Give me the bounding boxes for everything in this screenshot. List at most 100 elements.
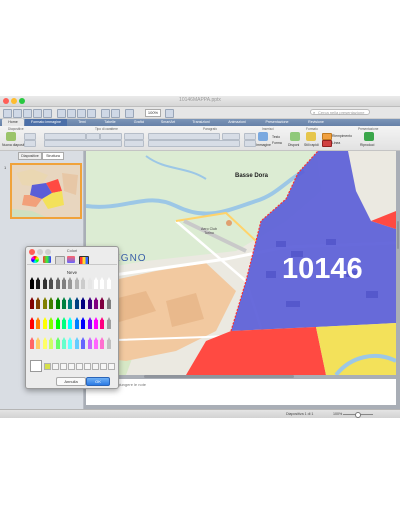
crayon-swatch[interactable]: [94, 317, 98, 329]
font-size-select[interactable]: [86, 133, 100, 140]
fill-color-button[interactable]: [322, 133, 332, 140]
custom-well[interactable]: [76, 363, 83, 370]
crayon-swatch[interactable]: [87, 277, 92, 289]
custom-well[interactable]: [68, 363, 75, 370]
crayon-swatch[interactable]: [68, 317, 73, 329]
crayon-swatch[interactable]: [74, 337, 79, 349]
arrange-icon[interactable]: [290, 132, 300, 141]
crayon-swatch[interactable]: [49, 337, 54, 349]
zoom-select[interactable]: 100%: [145, 109, 161, 117]
map-image[interactable]: Basse Dora LLEGNO Aero Club Torino 10146: [86, 151, 396, 375]
custom-well[interactable]: [84, 363, 91, 370]
crayon-swatch[interactable]: [87, 297, 92, 309]
paste-icon[interactable]: [77, 109, 86, 118]
crayon-swatch[interactable]: [74, 297, 79, 309]
crayon-swatch[interactable]: [42, 297, 47, 309]
new-slide-icon[interactable]: [6, 132, 16, 141]
undo-icon[interactable]: [101, 109, 110, 118]
crayon-swatch[interactable]: [30, 277, 34, 289]
image-palettes-icon[interactable]: [67, 256, 75, 263]
crayon-swatch[interactable]: [68, 277, 73, 289]
quick-styles-icon[interactable]: [306, 132, 316, 141]
format-painter-icon[interactable]: [87, 109, 96, 118]
tab-tabelle[interactable]: Tabelle: [96, 119, 124, 126]
indent-buttons[interactable]: [222, 133, 240, 140]
crayon-swatch[interactable]: [49, 277, 54, 289]
tab-diapositive[interactable]: Diapositive: [18, 152, 42, 160]
crayon-swatch[interactable]: [74, 277, 79, 289]
crayon-swatch[interactable]: [94, 297, 98, 309]
save-icon[interactable]: [33, 109, 42, 118]
crayon-swatch[interactable]: [87, 337, 92, 349]
crayon-swatch[interactable]: [36, 317, 41, 329]
custom-well[interactable]: [100, 363, 107, 370]
custom-well[interactable]: [108, 363, 115, 370]
tab-temi[interactable]: Temi: [70, 119, 94, 126]
search-field[interactable]: ⌕ Cerca nella presentazione: [310, 109, 370, 115]
crayon-swatch[interactable]: [106, 337, 111, 349]
text-box-button[interactable]: [244, 133, 256, 140]
crayon-swatch[interactable]: [36, 297, 41, 309]
redo-icon[interactable]: [111, 109, 120, 118]
crayon-swatch[interactable]: [55, 317, 60, 329]
custom-well[interactable]: [92, 363, 99, 370]
cancel-button[interactable]: Annulla: [56, 377, 86, 386]
templates-icon[interactable]: [13, 109, 22, 118]
copy-icon[interactable]: [67, 109, 76, 118]
layout-button[interactable]: [24, 133, 36, 140]
crayon-swatch[interactable]: [62, 337, 66, 349]
crayon-swatch[interactable]: [68, 337, 73, 349]
play-icon[interactable]: [364, 132, 374, 141]
crayon-swatch[interactable]: [106, 297, 111, 309]
tab-presentazione[interactable]: Presentazione: [256, 119, 298, 126]
custom-well[interactable]: [52, 363, 59, 370]
crayon-swatch[interactable]: [106, 317, 111, 329]
eyedropper-icon[interactable]: [44, 363, 51, 370]
font-name-select[interactable]: [44, 133, 86, 140]
crayon-swatch[interactable]: [68, 297, 73, 309]
text-color-button[interactable]: [124, 140, 144, 147]
zoom-slider-knob[interactable]: [355, 412, 361, 418]
tab-transizioni[interactable]: Transizioni: [184, 119, 218, 126]
tab-smartart[interactable]: SmartArt: [154, 119, 182, 126]
section-button[interactable]: [24, 140, 36, 147]
tab-struttura[interactable]: Struttura: [42, 152, 64, 160]
crayon-swatch[interactable]: [100, 337, 105, 349]
slide-thumbnail[interactable]: [10, 163, 82, 219]
crayon-swatch[interactable]: [62, 317, 66, 329]
crayon-swatch[interactable]: [55, 277, 60, 289]
tab-revisione[interactable]: Revisione: [300, 119, 332, 126]
crayon-swatch[interactable]: [42, 317, 47, 329]
picture-icon[interactable]: [258, 132, 268, 141]
crayon-swatch[interactable]: [30, 317, 34, 329]
crayon-swatch[interactable]: [30, 337, 34, 349]
crayon-swatch[interactable]: [100, 297, 105, 309]
slideshow-icon[interactable]: [125, 109, 134, 118]
crayon-swatch[interactable]: [87, 317, 92, 329]
crayon-swatch[interactable]: [49, 297, 54, 309]
tab-home[interactable]: Home: [2, 119, 24, 126]
crayon-swatch[interactable]: [36, 277, 41, 289]
help-icon[interactable]: [165, 109, 174, 118]
notes-pane[interactable]: Fate clic per aggiungere le note: [86, 379, 396, 405]
print-icon[interactable]: [43, 109, 52, 118]
font-grow-shrink[interactable]: [100, 133, 122, 140]
crayon-swatch[interactable]: [94, 277, 98, 289]
shape-button[interactable]: [244, 140, 256, 147]
crayon-swatch[interactable]: [55, 337, 60, 349]
cut-icon[interactable]: [57, 109, 66, 118]
crayon-swatch[interactable]: [81, 337, 86, 349]
crayon-swatch[interactable]: [94, 337, 98, 349]
new-presentation-icon[interactable]: [3, 109, 12, 118]
crayon-swatch[interactable]: [42, 337, 47, 349]
font-style-buttons[interactable]: [44, 140, 122, 147]
crayon-swatch[interactable]: [100, 317, 105, 329]
vertical-scrollbar[interactable]: [397, 221, 399, 249]
text-case-button[interactable]: [124, 133, 144, 140]
horizontal-scrollbar[interactable]: [144, 375, 294, 378]
crayon-swatch[interactable]: [42, 277, 47, 289]
crayon-swatch[interactable]: [106, 277, 111, 289]
crayon-swatch[interactable]: [81, 297, 86, 309]
crayon-swatch[interactable]: [55, 297, 60, 309]
color-wheel-icon[interactable]: [31, 256, 39, 263]
